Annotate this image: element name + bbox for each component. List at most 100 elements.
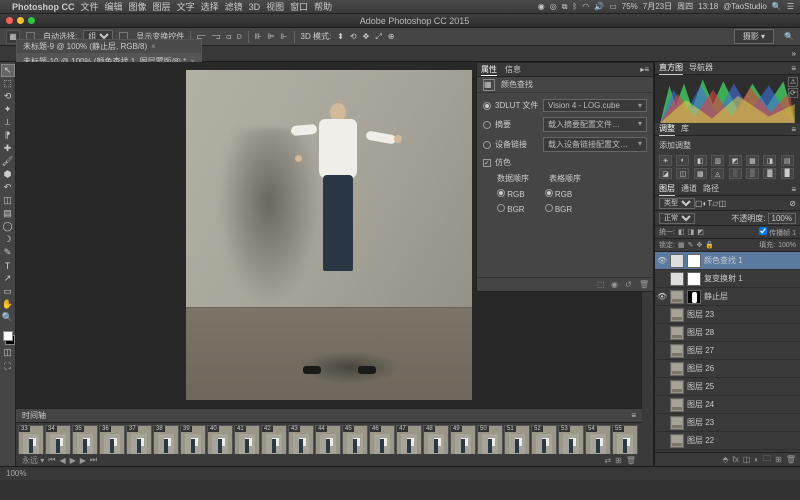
adjustment-layer-icon[interactable]: ◐ — [754, 455, 759, 464]
timeline-frame[interactable]: 420.04▾ — [261, 425, 287, 454]
layer-mask-thumb[interactable] — [687, 254, 701, 268]
adjustment-preset-icon[interactable]: ◫ — [676, 168, 689, 179]
layer-thumb[interactable] — [670, 326, 684, 340]
quickmask-icon[interactable]: ◫ — [1, 346, 15, 359]
type-tool[interactable]: T — [1, 259, 15, 272]
layer-name[interactable]: 图层 28 — [687, 327, 798, 338]
adjustment-preset-icon[interactable]: ◬ — [711, 168, 724, 179]
play-icon[interactable]: ▶ — [70, 456, 76, 465]
unify-icon[interactable]: ◩ — [697, 228, 704, 236]
timeline-frame[interactable]: 460.04▾ — [369, 425, 395, 454]
filter-toggle[interactable]: ⊘ — [789, 199, 796, 208]
layer-thumb[interactable] — [670, 272, 684, 286]
layer-thumb[interactable] — [670, 254, 684, 268]
fill-field[interactable]: 100% — [778, 242, 796, 249]
timeline-frame[interactable]: 430.04▾ — [288, 425, 314, 454]
layer-name[interactable]: 图层 24 — [687, 399, 798, 410]
first-frame-icon[interactable]: ⏮ — [48, 455, 55, 465]
user-text[interactable]: @TaoStudio — [723, 2, 767, 11]
3d-icon[interactable]: ⊕ — [388, 32, 395, 41]
dither-checkbox[interactable] — [483, 159, 491, 167]
zoom-level[interactable]: 100% — [6, 469, 26, 478]
timeline-frame[interactable]: 390.04▾ — [180, 425, 206, 454]
panel-menu-icon[interactable]: ▸≡ — [640, 65, 649, 74]
arrange-icon[interactable]: » — [792, 49, 796, 58]
foreground-color-swatch[interactable] — [3, 331, 13, 341]
menu-item[interactable]: 3D — [249, 2, 261, 12]
menu-extra-icon[interactable]: ◎ — [550, 2, 557, 11]
time-text[interactable]: 13:18 — [698, 2, 718, 11]
filter-icon[interactable]: ◫ — [718, 199, 726, 208]
align-icon[interactable]: ⫎ — [212, 32, 221, 42]
battery-icon[interactable]: ▭ — [609, 2, 617, 11]
dodge-tool[interactable]: ☽ — [1, 233, 15, 246]
adjustment-preset-icon[interactable]: ▤ — [781, 155, 794, 166]
lut-radio[interactable] — [483, 102, 491, 110]
panel-menu-icon[interactable]: ≡ — [631, 411, 636, 420]
close-tab-icon[interactable]: × — [151, 42, 156, 51]
adjustment-preset-icon[interactable]: ▥ — [711, 155, 724, 166]
shape-tool[interactable]: ▭ — [1, 285, 15, 298]
next-frame-icon[interactable]: ▶ — [80, 456, 86, 465]
timeline-frame[interactable]: 530.04▾ — [558, 425, 584, 454]
layer-name[interactable]: 颜色查找 1 — [704, 255, 798, 266]
histogram-tab[interactable]: 直方图 — [659, 62, 683, 75]
adjustment-preset-icon[interactable]: ▩ — [694, 168, 707, 179]
loop-dropdown[interactable]: 永远 ▾ — [22, 455, 44, 466]
timeline-frame[interactable]: 470.04▾ — [396, 425, 422, 454]
layer-filter-dropdown[interactable]: 类型 — [659, 198, 695, 209]
notification-icon[interactable]: ☰ — [787, 2, 794, 11]
blur-tool[interactable]: ◯ — [1, 220, 15, 233]
menu-item[interactable]: 视图 — [266, 2, 284, 12]
3d-icon[interactable]: ⤢ — [375, 32, 381, 42]
menu-extra-icon[interactable]: ◉ — [538, 2, 545, 11]
timeline-tab[interactable]: 时间轴 — [22, 410, 46, 421]
volume-icon[interactable]: 🔊 — [594, 2, 604, 11]
menu-item[interactable]: 选择 — [201, 2, 219, 12]
layer-thumb[interactable] — [670, 362, 684, 376]
lut-file-dropdown[interactable]: Vision 4 - LOG.cube▾ — [543, 99, 647, 112]
screenmode-icon[interactable]: ⛶ — [1, 360, 15, 373]
table-bgr-radio[interactable] — [545, 204, 553, 212]
align-icon[interactable]: ⫐ — [237, 32, 242, 42]
visibility-toggle-icon[interactable]: 👁 — [657, 292, 667, 301]
last-frame-icon[interactable]: ⏭ — [90, 455, 97, 465]
delete-frame-icon[interactable]: 🗑 — [626, 456, 636, 465]
layer-name[interactable]: 图层 27 — [687, 345, 798, 356]
propagate-checkbox[interactable] — [759, 227, 767, 235]
layer-name[interactable]: 图层 23 — [687, 417, 798, 428]
reset-icon[interactable]: ↺ — [625, 280, 635, 290]
adjustments-tab[interactable]: 调整 — [659, 123, 675, 136]
link-layers-icon[interactable]: ⬘ — [722, 455, 728, 464]
date-text[interactable]: 7月23日 — [643, 1, 672, 12]
timeline-frame[interactable]: 360.04▾ — [99, 425, 125, 454]
menu-item[interactable]: 窗口 — [290, 2, 308, 12]
delete-layer-icon[interactable]: 🗑 — [786, 455, 796, 464]
channels-tab[interactable]: 通道 — [681, 183, 697, 195]
layer-mask-icon[interactable]: ◫ — [743, 455, 751, 464]
timeline-frame[interactable]: 330.04▾ — [18, 425, 44, 454]
layer-name[interactable]: 静止层 — [704, 291, 798, 302]
abstract-dropdown[interactable]: 载入摘要配置文件…▾ — [543, 117, 647, 132]
bluetooth-icon[interactable]: ᛒ — [572, 2, 577, 11]
lock-icon[interactable]: ✎ — [688, 241, 694, 249]
marquee-tool[interactable]: ⬚ — [1, 77, 15, 90]
timeline-frame[interactable]: 350.04▾ — [72, 425, 98, 454]
timeline-frame[interactable]: 370.04▾ — [126, 425, 152, 454]
history-tool[interactable]: ↶ — [1, 181, 15, 194]
app-menu-name[interactable]: Photoshop CC — [12, 2, 75, 12]
properties-tab[interactable]: 属性 — [481, 64, 497, 76]
lasso-tool[interactable]: ⟲ — [1, 90, 15, 103]
distribute-icon[interactable]: ⊪ — [255, 32, 262, 41]
lock-icon[interactable]: 🔒 — [705, 241, 714, 249]
eyedrop-tool[interactable]: ⁋ — [1, 129, 15, 142]
pen-tool[interactable]: ✎ — [1, 246, 15, 259]
layer-row[interactable]: 复变换射 1 — [655, 270, 800, 288]
timeline-frame[interactable]: 440.04▾ — [315, 425, 341, 454]
stamp-tool[interactable]: ⬢ — [1, 168, 15, 181]
adjustment-preset-icon[interactable]: ▓ — [763, 168, 776, 179]
align-icon[interactable]: ⫏ — [226, 32, 231, 42]
timeline-frame[interactable]: 380.04▾ — [153, 425, 179, 454]
devicelink-radio[interactable] — [483, 141, 491, 149]
minimize-window-button[interactable] — [17, 17, 24, 24]
